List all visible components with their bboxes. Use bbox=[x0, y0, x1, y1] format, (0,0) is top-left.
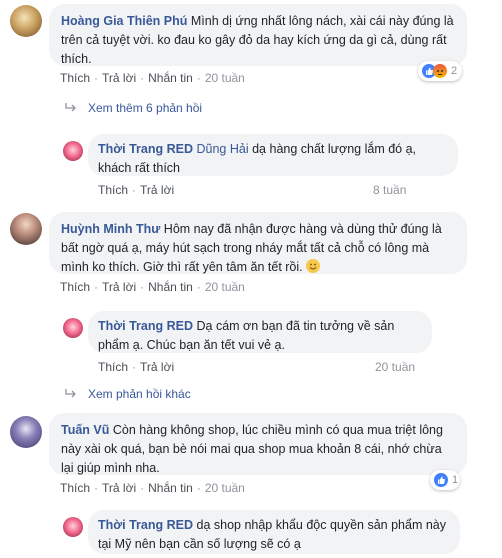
comment-author[interactable]: Thời Trang RED bbox=[98, 142, 193, 156]
view-more-replies-link[interactable]: Xem thêm 6 phản hồi bbox=[64, 101, 202, 115]
reply-bubble-1: Thời Trang RED Dũng Hải dạ hàng chất lượ… bbox=[88, 134, 458, 176]
timestamp[interactable]: 20 tuần bbox=[375, 359, 415, 375]
comment-text: Còn hàng không shop, lúc chiều mình có q… bbox=[61, 423, 443, 475]
comment-author[interactable]: Thời Trang RED bbox=[98, 319, 193, 333]
like-link[interactable]: Thích bbox=[98, 182, 128, 198]
angry-reaction-icon bbox=[433, 64, 447, 78]
reply-arrow-icon bbox=[65, 103, 76, 112]
comment-bubble-2: Huỳnh Minh Thư Hôm nay đã nhận được hàng… bbox=[49, 212, 467, 274]
reply-bubble-2: Thời Trang RED Dạ cám ơn bạn đã tin tưởn… bbox=[88, 311, 432, 353]
comment-actions: Thích · Trả lời bbox=[98, 359, 175, 375]
tagged-user[interactable]: Dũng Hải bbox=[197, 142, 249, 156]
smile-emoji-icon bbox=[306, 259, 321, 273]
like-link[interactable]: Thích bbox=[60, 70, 90, 86]
avatar-tuan-vu[interactable] bbox=[10, 416, 42, 448]
avatar-huynh-minh-thu[interactable] bbox=[10, 213, 42, 245]
like-link[interactable]: Thích bbox=[60, 279, 90, 295]
comment-author[interactable]: Thời Trang RED bbox=[98, 518, 193, 532]
reaction-summary[interactable]: 1 bbox=[430, 470, 460, 490]
message-link[interactable]: Nhắn tin bbox=[148, 70, 193, 86]
comment-actions: Thích · Trả lời bbox=[98, 182, 175, 198]
comment-actions: Thích · Trả lời · Nhắn tin · 20 tuần bbox=[60, 279, 245, 295]
avatar-thoi-trang-red[interactable] bbox=[63, 141, 83, 161]
reply-bubble-3: Thời Trang RED dạ shop nhập khẩu độc quy… bbox=[88, 510, 460, 554]
reply-link[interactable]: Trả lời bbox=[102, 70, 136, 86]
view-more-replies-link[interactable]: Xem phản hồi khác bbox=[64, 387, 191, 401]
timestamp[interactable]: 20 tuần bbox=[205, 279, 245, 295]
message-link[interactable]: Nhắn tin bbox=[148, 279, 193, 295]
timestamp[interactable]: 8 tuần bbox=[373, 182, 406, 198]
comment-actions: Thích · Trả lời · Nhắn tin · 20 tuần bbox=[60, 480, 245, 496]
timestamp[interactable]: 20 tuần bbox=[205, 480, 245, 496]
comment-bubble-1: Hoàng Gia Thiên Phú Mình dị ứng nhất lôn… bbox=[49, 4, 467, 66]
reply-link[interactable]: Trả lời bbox=[140, 359, 174, 375]
comment-bubble-3: Tuấn Vũ Còn hàng không shop, lúc chiều m… bbox=[49, 413, 467, 475]
comment-actions: Thích · Trả lời · Nhắn tin · 20 tuần bbox=[60, 70, 245, 86]
like-link[interactable]: Thích bbox=[60, 480, 90, 496]
like-reaction-icon bbox=[434, 473, 448, 487]
timestamp[interactable]: 20 tuần bbox=[205, 70, 245, 86]
avatar-thoi-trang-red[interactable] bbox=[63, 318, 83, 338]
comment-author[interactable]: Tuấn Vũ bbox=[61, 423, 109, 437]
reaction-count: 2 bbox=[451, 65, 458, 77]
like-link[interactable]: Thích bbox=[98, 359, 128, 375]
reply-link[interactable]: Trả lời bbox=[140, 182, 174, 198]
avatar-thoi-trang-red[interactable] bbox=[63, 517, 83, 537]
comment-author[interactable]: Hoàng Gia Thiên Phú bbox=[61, 14, 187, 28]
reply-link[interactable]: Trả lời bbox=[102, 279, 136, 295]
reply-link[interactable]: Trả lời bbox=[102, 480, 136, 496]
comment-author[interactable]: Huỳnh Minh Thư bbox=[61, 222, 160, 236]
avatar-hoang-gia-thien-phu[interactable] bbox=[10, 5, 42, 37]
reaction-summary[interactable]: 2 bbox=[418, 61, 462, 81]
reply-arrow-icon bbox=[65, 389, 76, 398]
message-link[interactable]: Nhắn tin bbox=[148, 480, 193, 496]
reaction-count: 1 bbox=[452, 474, 459, 486]
